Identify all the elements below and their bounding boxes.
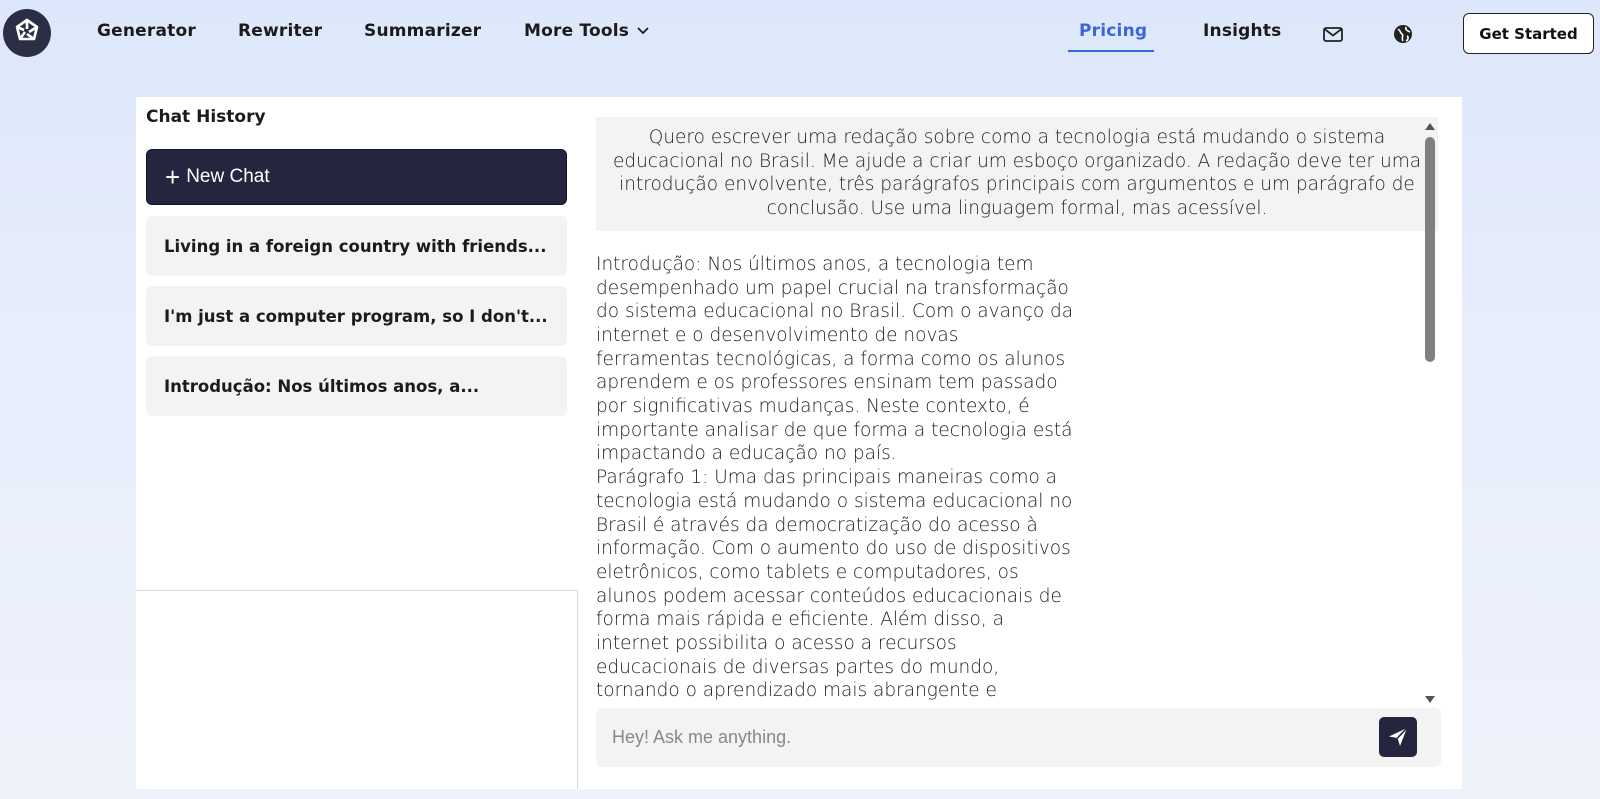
- nav-summarizer[interactable]: Summarizer: [364, 21, 481, 41]
- history-item[interactable]: I'm just a computer program, so I don't.…: [146, 286, 567, 346]
- scroll-up-arrow-icon[interactable]: [1425, 123, 1435, 130]
- mail-icon[interactable]: [1322, 23, 1344, 45]
- nav-more-tools-label: More Tools: [524, 21, 630, 41]
- chevron-down-icon: [637, 27, 649, 35]
- scrollbar-thumb[interactable]: [1425, 137, 1435, 362]
- send-icon: [1389, 727, 1408, 746]
- user-message: Quero escrever uma redação sobre como a …: [596, 117, 1438, 231]
- chat-scrollbar[interactable]: [1422, 119, 1438, 703]
- chat-input[interactable]: [612, 722, 1352, 752]
- sidebar-footer-area: [136, 590, 578, 789]
- nav-insights[interactable]: Insights: [1203, 21, 1282, 41]
- globe-icon[interactable]: [1392, 23, 1414, 45]
- bot-message: Introdução: Nos últimos anos, a tecnolog…: [596, 253, 1074, 701]
- get-started-button[interactable]: Get Started: [1463, 13, 1594, 54]
- history-item[interactable]: Living in a foreign country with friends…: [146, 216, 567, 276]
- history-item[interactable]: Introdução: Nos últimos anos, a...: [146, 356, 567, 416]
- nav-generator[interactable]: Generator: [97, 21, 196, 41]
- new-chat-button[interactable]: + New Chat: [146, 149, 567, 205]
- chat-input-bar: [596, 708, 1441, 767]
- scroll-down-arrow-icon[interactable]: [1425, 696, 1435, 703]
- top-navigation: Generator Rewriter Summarizer More Tools…: [0, 0, 1600, 66]
- plus-icon: +: [165, 162, 181, 192]
- chat-card: Chat History + New Chat Living in a fore…: [136, 97, 1462, 789]
- send-button[interactable]: [1379, 717, 1417, 757]
- nav-rewriter[interactable]: Rewriter: [238, 21, 322, 41]
- chat-messages[interactable]: Quero escrever uma redação sobre como a …: [596, 117, 1438, 701]
- nav-pricing[interactable]: Pricing: [1079, 21, 1147, 41]
- new-chat-label: New Chat: [186, 166, 270, 187]
- nav-active-underline: [1068, 50, 1154, 52]
- chat-history-title: Chat History: [146, 107, 266, 127]
- nav-more-tools[interactable]: More Tools: [524, 21, 649, 41]
- brand-logo-icon[interactable]: [3, 9, 51, 57]
